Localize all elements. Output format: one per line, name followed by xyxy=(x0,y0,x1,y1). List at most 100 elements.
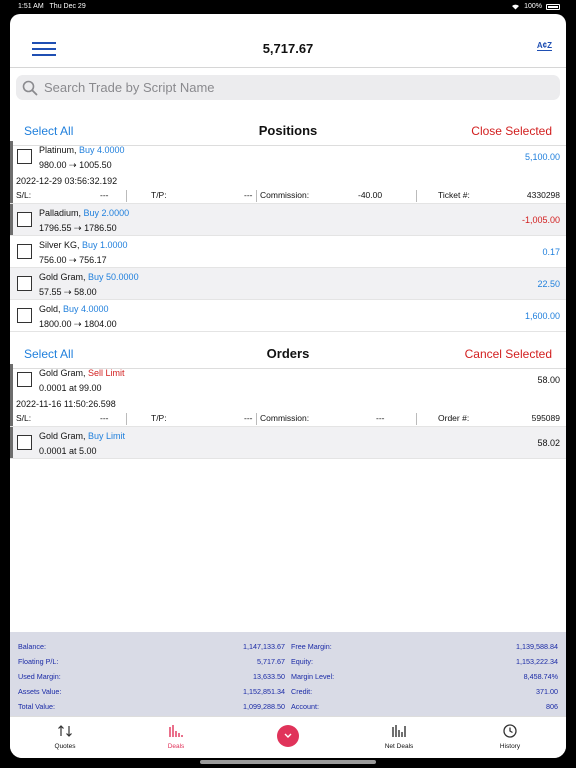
tab-bar: Quotes Deals Net Deals History xyxy=(10,716,566,758)
profit-value: 5,100.00 xyxy=(524,152,560,162)
profit-value: -1,005.00 xyxy=(521,215,560,225)
tp-value: --- xyxy=(244,413,253,423)
trade-side: Buy 2.0000 xyxy=(83,208,130,218)
tab-label: Quotes xyxy=(54,743,76,750)
position-row[interactable]: Gold Gram, Buy 50.0000 57.55 ⇢ 58.00 22.… xyxy=(10,268,566,300)
position-row[interactable]: Palladium, Buy 2.0000 1796.55 ⇢ 1786.50 … xyxy=(10,204,566,236)
status-date: Thu Dec 29 xyxy=(49,3,86,10)
row-indicator xyxy=(10,204,13,235)
credit-label: Credit: xyxy=(291,687,313,696)
row-checkbox[interactable] xyxy=(17,308,32,323)
row-checkbox[interactable] xyxy=(17,435,32,450)
free-margin-value: 1,139,588.84 xyxy=(516,642,558,651)
order-timestamp: 2022-11-16 11:50:26.598 xyxy=(16,399,116,409)
header-title: 5,717.67 xyxy=(262,41,314,56)
sl-label: S/L: xyxy=(16,190,32,200)
chevron-down-icon xyxy=(284,733,292,738)
order-row[interactable]: Gold Gram, Sell Limit 0.0001 at 99.00 58… xyxy=(10,364,566,427)
sort-az-button[interactable]: A¢Z xyxy=(536,41,552,51)
row-checkbox[interactable] xyxy=(17,212,32,227)
floating-pl-value: 5,717.67 xyxy=(257,657,285,666)
symbol-name: Platinum xyxy=(39,145,75,155)
profit-value: 1,600.00 xyxy=(524,311,560,321)
tab-quotes[interactable]: Quotes xyxy=(35,723,95,750)
symbol-name: Gold Gram xyxy=(39,431,84,441)
position-symbol: Silver KG, Buy 1.0000 xyxy=(39,240,128,250)
floating-pl-label: Floating P/L: xyxy=(18,657,59,666)
position-symbol: Platinum, Buy 4.0000 xyxy=(39,145,125,155)
status-bar: 1:51 AM Thu Dec 29 100% xyxy=(0,0,576,14)
equity-value: 1,153,222.34 xyxy=(516,657,558,666)
order-row[interactable]: Gold Gram, Buy Limit 0.0001 at 5.00 58.0… xyxy=(10,427,566,459)
row-indicator xyxy=(10,427,13,458)
order-type: Sell Limit xyxy=(88,368,125,378)
position-row[interactable]: Silver KG, Buy 1.0000 756.00 ⇢ 756.17 0.… xyxy=(10,236,566,268)
margin-level-value: 8,458.74% xyxy=(523,672,558,681)
margin-level-label: Margin Level: xyxy=(291,672,335,681)
account-label: Account: xyxy=(291,702,319,711)
tab-label: History xyxy=(499,743,521,750)
position-symbol: Gold Gram, Buy 50.0000 xyxy=(39,272,139,282)
row-checkbox[interactable] xyxy=(17,276,32,291)
ticket-label: Ticket #: xyxy=(438,190,470,200)
home-indicator[interactable] xyxy=(200,760,376,764)
row-indicator xyxy=(10,141,13,203)
symbol-name: Gold Gram xyxy=(39,368,84,378)
commission-value: --- xyxy=(376,413,385,423)
account-value: 806 xyxy=(546,702,558,711)
status-time: 1:51 AM xyxy=(18,3,44,10)
divider xyxy=(416,413,417,425)
bar-chart-icon xyxy=(169,725,183,737)
assets-value: 1,152,851.34 xyxy=(243,687,285,696)
tab-net-deals[interactable]: Net Deals xyxy=(369,723,429,750)
balance-label: Balance: xyxy=(18,642,46,651)
position-symbol: Gold, Buy 4.0000 xyxy=(39,304,109,314)
price-range: 1796.55 ⇢ 1786.50 xyxy=(39,223,117,233)
tab-deals[interactable]: Deals xyxy=(146,723,206,750)
divider xyxy=(126,190,127,202)
row-checkbox[interactable] xyxy=(17,372,32,387)
order-type: Buy Limit xyxy=(88,431,126,441)
expand-button[interactable] xyxy=(277,725,299,747)
symbol-name: Silver KG xyxy=(39,240,78,250)
order-symbol: Gold Gram, Sell Limit xyxy=(39,368,125,378)
tab-history[interactable]: History xyxy=(480,723,540,750)
sl-label: S/L: xyxy=(16,413,32,423)
order-symbol: Gold Gram, Buy Limit xyxy=(39,431,126,441)
search-icon xyxy=(22,80,38,96)
position-row[interactable]: Gold, Buy 4.0000 1800.00 ⇢ 1804.00 1,600… xyxy=(10,300,566,332)
trade-details: S/L: --- T/P: --- Commission: -40.00 Tic… xyxy=(16,190,560,204)
price-range: 1800.00 ⇢ 1804.00 xyxy=(39,319,117,329)
row-checkbox[interactable] xyxy=(17,149,32,164)
price-range: 756.00 ⇢ 756.17 xyxy=(39,255,107,265)
symbol-name: Gold xyxy=(39,304,59,314)
battery-percent: 100% xyxy=(524,3,542,10)
sl-value: --- xyxy=(100,190,109,200)
position-row[interactable]: Platinum, Buy 4.0000 980.00 ⇢ 1005.50 5,… xyxy=(10,141,566,204)
divider xyxy=(126,413,127,425)
divider xyxy=(256,413,257,425)
cancel-selected-button[interactable]: Cancel Selected xyxy=(465,347,552,361)
row-checkbox[interactable] xyxy=(17,244,32,259)
search-bar[interactable] xyxy=(16,75,560,100)
trade-side: Buy 50.0000 xyxy=(88,272,139,282)
divider xyxy=(256,190,257,202)
row-indicator xyxy=(10,364,13,426)
price-range: 57.55 ⇢ 58.00 xyxy=(39,287,97,297)
commission-label: Commission: xyxy=(260,413,310,423)
current-price: 58.00 xyxy=(537,375,560,385)
free-margin-label: Free Margin: xyxy=(291,642,332,651)
order-details: S/L: --- T/P: --- Commission: --- Order … xyxy=(16,413,560,427)
order-number-value: 595089 xyxy=(531,413,560,423)
order-price: 0.0001 at 99.00 xyxy=(39,383,102,393)
used-margin-value: 13,633.50 xyxy=(253,672,285,681)
close-selected-button[interactable]: Close Selected xyxy=(471,124,552,138)
ticket-value: 4330298 xyxy=(526,190,560,200)
symbol-name: Palladium xyxy=(39,208,79,218)
search-input[interactable] xyxy=(44,77,544,98)
arrows-up-down-icon xyxy=(58,725,72,737)
total-value-label: Total Value: xyxy=(18,702,56,711)
net-bar-chart-icon xyxy=(392,725,406,737)
history-clock-icon xyxy=(503,724,517,738)
trade-side: Buy 1.0000 xyxy=(82,240,128,250)
